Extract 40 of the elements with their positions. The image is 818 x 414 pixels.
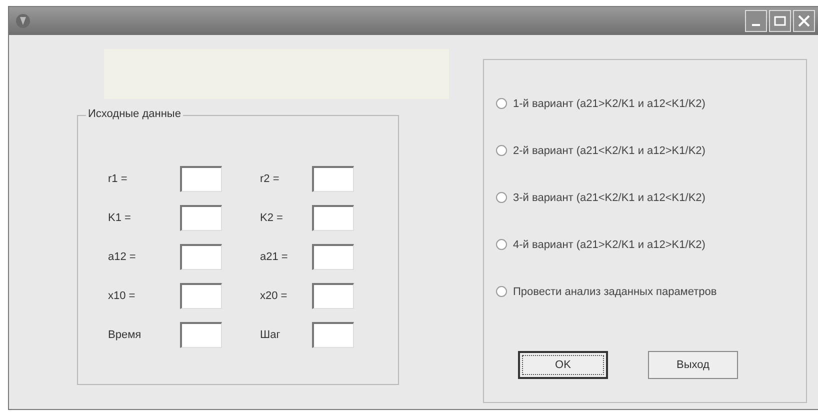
input-field[interactable] — [312, 244, 354, 270]
close-icon — [798, 15, 810, 27]
input-field[interactable] — [180, 205, 222, 231]
field-label: x10 = — [108, 290, 136, 302]
ok-button[interactable]: OK — [518, 351, 608, 379]
exit-button[interactable]: Выход — [648, 351, 738, 379]
radio-button[interactable] — [496, 286, 507, 297]
field-label: K2 = — [259, 212, 284, 224]
radio-label: 1-й вариант (a21>K2/K1 и a12<K1/K2) — [513, 98, 706, 110]
input-field[interactable] — [312, 283, 354, 309]
maximize-button[interactable] — [769, 10, 791, 32]
input-field[interactable] — [312, 166, 354, 192]
input-field[interactable] — [180, 244, 222, 270]
field-label: r1 = — [108, 173, 128, 185]
field-label: K1 = — [108, 212, 132, 224]
input-field[interactable] — [180, 283, 222, 309]
field-label: x20 = — [259, 290, 288, 302]
field-label: a12 = — [108, 251, 137, 263]
field-label: a21 = — [259, 251, 289, 263]
radio-button[interactable] — [496, 98, 507, 109]
minimize-icon — [752, 24, 760, 26]
field-label: r2 = — [259, 173, 280, 185]
maximize-icon — [774, 16, 786, 26]
input-field[interactable] — [180, 322, 222, 348]
radio-button[interactable] — [496, 192, 507, 203]
radio-label: 2-й вариант (a21<K2/K1 и a12>K1/K2) — [513, 144, 706, 156]
input-field[interactable] — [180, 166, 222, 192]
input-field[interactable] — [312, 205, 354, 231]
close-button[interactable] — [793, 10, 815, 32]
radio-label: Провести анализ заданных параметров — [513, 286, 717, 298]
radio-button[interactable] — [496, 145, 507, 156]
field-label: Шаг — [259, 329, 282, 341]
field-label: Время — [108, 329, 142, 341]
radio-button[interactable] — [496, 239, 507, 250]
input-field[interactable] — [312, 322, 354, 348]
radio-label: 3-й вариант (a21<K2/K1 и a12<K1/K2) — [513, 192, 706, 204]
app-icon — [15, 13, 31, 29]
group-title: Исходные данные — [86, 108, 183, 120]
minimize-button[interactable] — [745, 10, 767, 32]
radio-label: 4-й вариант (a21>K2/K1 и a12>K1/K2) — [513, 238, 706, 250]
